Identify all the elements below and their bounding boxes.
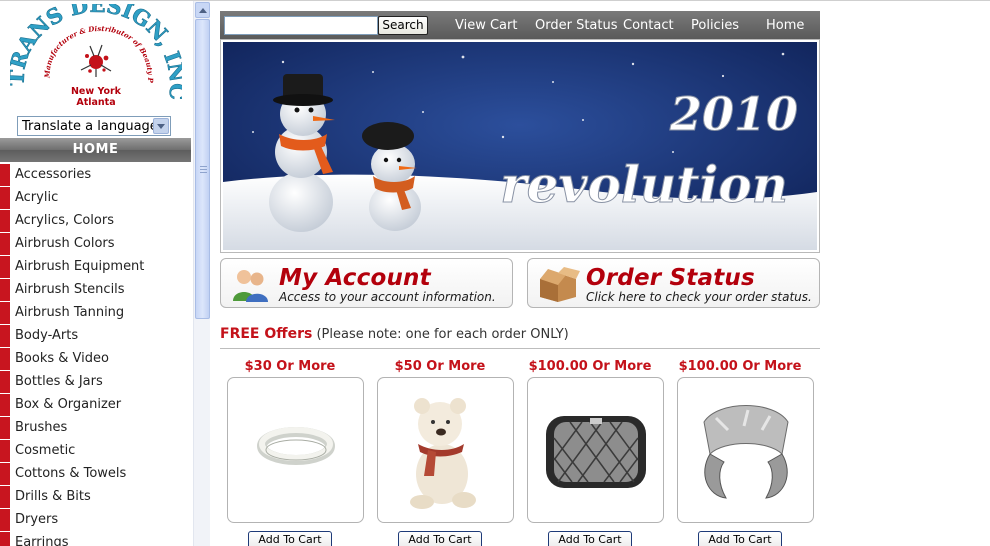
search-input[interactable] <box>224 16 378 35</box>
logo-city-1: New York <box>71 86 122 97</box>
sidebar-home-button[interactable]: HOME <box>0 138 191 162</box>
offer-card-teddy-bear[interactable] <box>377 377 514 523</box>
translate-language-select[interactable]: Translate a language <box>17 116 171 136</box>
users-icon <box>233 270 268 302</box>
category-item[interactable]: Brushes <box>0 417 192 440</box>
category-item[interactable]: Acrylic <box>0 187 192 210</box>
offer-price-label: $100.00 Or More <box>528 359 652 374</box>
free-offers-note: (Please note: one for each order ONLY) <box>316 327 569 342</box>
category-item[interactable]: Airbrush Stencils <box>0 279 192 302</box>
promo-banner[interactable]: 2010 revolution <box>220 39 820 253</box>
category-item[interactable]: Drills & Bits <box>0 486 192 509</box>
offer-card-bracelet[interactable] <box>227 377 364 523</box>
offer-price-label: $30 Or More <box>244 359 336 374</box>
add-to-cart-button[interactable]: Add To Cart <box>248 531 332 546</box>
search-button[interactable]: Search <box>378 16 428 35</box>
sidebar-scrollbar[interactable] <box>193 1 210 546</box>
nav-contact-link[interactable]: Contact <box>623 11 674 39</box>
category-item[interactable]: Accessories <box>0 164 192 187</box>
my-account-subtitle: Access to your account information. <box>279 290 496 304</box>
chevron-down-icon[interactable] <box>153 118 169 134</box>
scroll-grip-icon <box>200 166 207 174</box>
top-navigation-bar: Search View Cart Order Status Contact Po… <box>220 11 820 39</box>
category-item[interactable]: Acrylics, Colors <box>0 210 192 233</box>
order-status-box[interactable]: Order Status Click here to check your or… <box>527 258 820 308</box>
snowman-large <box>269 74 335 232</box>
offer-card-cuff[interactable] <box>677 377 814 523</box>
translate-selected-value: Translate a language <box>22 119 158 134</box>
add-to-cart-button[interactable]: Add To Cart <box>698 531 782 546</box>
scroll-thumb[interactable] <box>195 19 210 319</box>
banner-year-text: 2010 <box>669 87 798 141</box>
category-item[interactable]: Dryers <box>0 509 192 532</box>
teddy-bear-product-image <box>410 398 476 509</box>
add-to-cart-button[interactable]: Add To Cart <box>398 531 482 546</box>
sidebar: TRANS DESIGN, INC. Manufacturer & Distri… <box>0 1 193 546</box>
offer-price-label: $100.00 Or More <box>678 359 802 374</box>
logo-city-2: Atlanta <box>76 97 115 108</box>
bracelet-product-image <box>257 427 335 465</box>
offer-price-label: $50 Or More <box>394 359 486 374</box>
category-list: Accessories Acrylic Acrylics, Colors Air… <box>0 164 192 546</box>
order-status-subtitle: Click here to check your order status. <box>586 290 812 304</box>
nav-view-cart-link[interactable]: View Cart <box>455 11 517 39</box>
category-item[interactable]: Box & Organizer <box>0 394 192 417</box>
category-item[interactable]: Airbrush Equipment <box>0 256 192 279</box>
company-logo[interactable]: TRANS DESIGN, INC. Manufacturer & Distri… <box>10 4 182 114</box>
category-item[interactable]: Body-Arts <box>0 325 192 348</box>
winter-banner-image: 2010 revolution <box>223 42 817 250</box>
free-offers-title: FREE Offers <box>220 326 313 342</box>
paint-splash-icon <box>80 44 112 77</box>
cuff-product-image <box>703 405 789 499</box>
nav-home-link[interactable]: Home <box>766 11 804 39</box>
nav-order-status-link[interactable]: Order Status <box>535 11 618 39</box>
package-box-icon <box>540 267 580 302</box>
category-item[interactable]: Airbrush Colors <box>0 233 192 256</box>
my-account-title: My Account <box>279 265 431 291</box>
category-item[interactable]: Cottons & Towels <box>0 463 192 486</box>
category-item[interactable]: Earrings <box>0 532 192 546</box>
offer-card-quilted-pouch[interactable] <box>527 377 664 523</box>
category-item[interactable]: Books & Video <box>0 348 192 371</box>
nav-policies-link[interactable]: Policies <box>691 11 739 39</box>
category-item[interactable]: Bottles & Jars <box>0 371 192 394</box>
quilted-pouch-product-image <box>546 416 646 488</box>
category-item[interactable]: Airbrush Tanning <box>0 302 192 325</box>
banner-word-text: revolution <box>500 155 788 214</box>
order-status-title: Order Status <box>586 265 755 291</box>
my-account-box[interactable]: My Account Access to your account inform… <box>220 258 513 308</box>
free-offers-heading: FREE Offers (Please note: one for each o… <box>220 326 820 349</box>
category-item[interactable]: Cosmetic <box>0 440 192 463</box>
scroll-up-arrow-icon[interactable] <box>195 2 210 18</box>
add-to-cart-button[interactable]: Add To Cart <box>548 531 632 546</box>
